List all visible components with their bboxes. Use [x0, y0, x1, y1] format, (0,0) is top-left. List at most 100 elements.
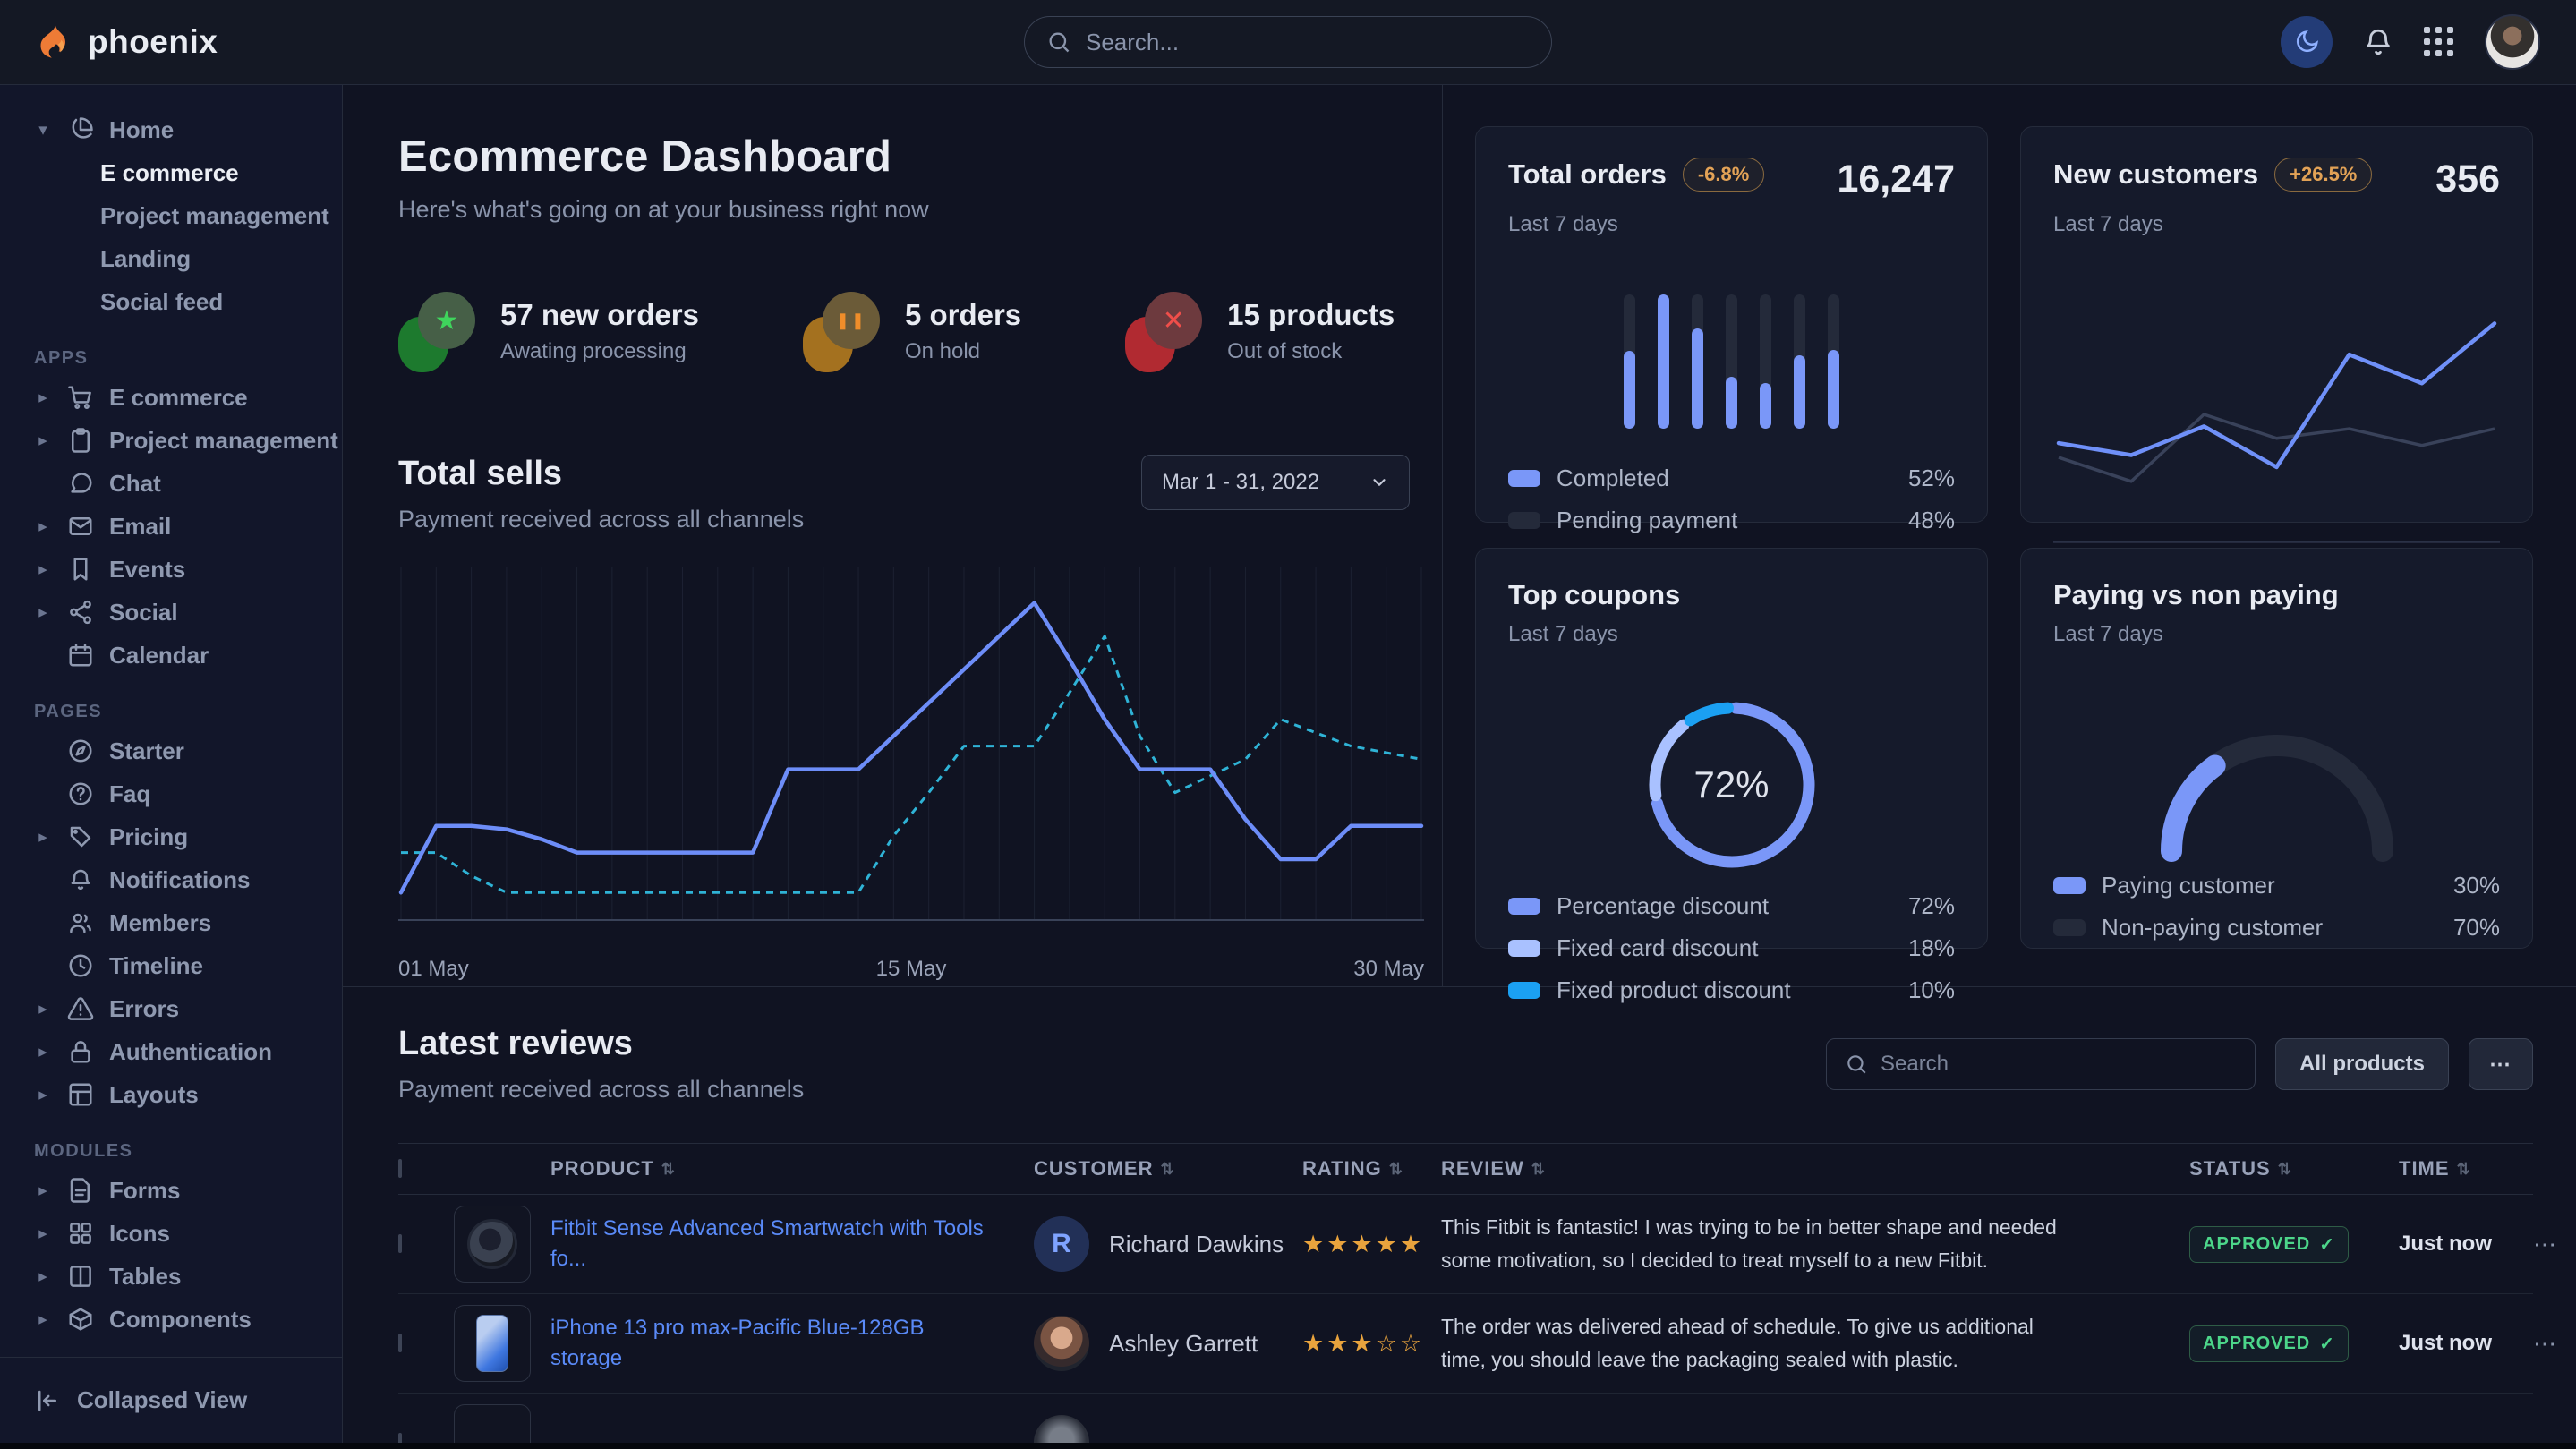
brand-logo[interactable]: phoenix — [36, 22, 218, 62]
collapse-sidebar-button[interactable]: Collapsed View — [0, 1357, 342, 1443]
sidebar-item-chat[interactable]: Chat — [0, 462, 342, 505]
user-avatar[interactable] — [2485, 14, 2540, 70]
legend-value: 18% — [1908, 934, 1955, 962]
status-badge: APPROVED✓ — [2189, 1226, 2349, 1263]
sidebar-item-label: Events — [109, 556, 185, 584]
reviews-search[interactable] — [1826, 1038, 2256, 1090]
column-header-rating[interactable]: RATING⇅ — [1302, 1157, 1441, 1181]
reviews-more-button[interactable]: ⋯ — [2469, 1038, 2533, 1090]
sidebar-item-social-feed[interactable]: Social feed — [0, 280, 342, 323]
sidebar-item-components[interactable]: ▸ Components — [0, 1298, 342, 1341]
page-title: Ecommerce Dashboard — [398, 132, 1442, 182]
row-checkbox[interactable] — [398, 1433, 402, 1443]
card-value: 16,247 — [1837, 158, 1955, 201]
paying-gauge-chart — [2129, 706, 2425, 872]
row-menu-button[interactable]: ⋯ — [2533, 1231, 2569, 1258]
bookmark-icon — [66, 555, 95, 584]
calendar-icon — [66, 641, 95, 669]
all-products-button[interactable]: All products — [2275, 1038, 2449, 1090]
legend-fixed-card-discount: Fixed card discount 18% — [1508, 934, 1955, 962]
sidebar-item-events[interactable]: ▸ Events — [0, 548, 342, 591]
clock-icon — [66, 951, 95, 980]
customer-cell[interactable]: Ashley Garrett — [1034, 1316, 1302, 1371]
sidebar-item-authentication[interactable]: ▸ Authentication — [0, 1030, 342, 1073]
sidebar-item-tables[interactable]: ▸ Tables — [0, 1255, 342, 1298]
sidebar-item-starter[interactable]: Starter — [0, 729, 342, 772]
sort-icon: ⇅ — [2457, 1160, 2471, 1179]
users-icon — [66, 908, 95, 937]
sidebar-item-errors[interactable]: ▸ Errors — [0, 987, 342, 1030]
sidebar-item-notifications[interactable]: Notifications — [0, 858, 342, 901]
customer-avatar — [1034, 1316, 1089, 1371]
legend-label: Paying customer — [2102, 872, 2275, 899]
x-tick: 30 May — [1353, 957, 1424, 982]
dashboard-cards: Total orders -6.8% 16,247 Last 7 days Co… — [1442, 85, 2576, 986]
product-link[interactable]: Fitbit Sense Advanced Smartwatch with To… — [550, 1214, 1034, 1274]
notifications-button[interactable] — [2363, 27, 2393, 57]
chat-icon — [66, 469, 95, 498]
x-icon: ✕ — [1125, 290, 1204, 372]
pie-chart-icon — [66, 115, 95, 144]
legend-swatch — [1508, 470, 1540, 487]
customer-name: Richard Dawkins — [1109, 1231, 1284, 1258]
column-header-time[interactable]: TIME⇅ — [2354, 1157, 2533, 1181]
file-text-icon — [66, 1176, 95, 1205]
sidebar-item-e-commerce-home[interactable]: E commerce — [0, 151, 342, 194]
column-header-review[interactable]: REVIEW⇅ — [1441, 1157, 2139, 1181]
row-menu-button[interactable]: ⋯ — [2533, 1330, 2569, 1358]
sidebar-item-label: Project management — [109, 427, 338, 455]
mail-icon — [66, 512, 95, 541]
global-search[interactable] — [1024, 16, 1552, 68]
date-range-select[interactable]: Mar 1 - 31, 2022 — [1141, 455, 1410, 510]
compass-icon — [66, 737, 95, 765]
row-checkbox[interactable] — [398, 1234, 402, 1253]
bar — [1794, 294, 1805, 429]
sidebar-item-pricing[interactable]: ▸ Pricing — [0, 815, 342, 858]
sidebar-item-members[interactable]: Members — [0, 901, 342, 944]
search-icon — [1845, 1053, 1868, 1076]
sidebar-item-layouts[interactable]: ▸ Layouts — [0, 1073, 342, 1116]
reviews-search-input[interactable] — [1881, 1052, 2237, 1077]
paying-vs-nonpaying-card: Paying vs non paying Last 7 days Paying … — [2020, 548, 2533, 949]
search-input[interactable] — [1086, 29, 1530, 56]
sidebar-item-landing[interactable]: Landing — [0, 237, 342, 280]
sidebar-item-forms[interactable]: ▸ Forms — [0, 1169, 342, 1212]
tag-icon — [66, 823, 95, 851]
select-all-checkbox[interactable] — [398, 1159, 402, 1178]
legend-value: 10% — [1908, 976, 1955, 1004]
moon-icon — [2293, 29, 2320, 55]
sidebar-item-faq[interactable]: Faq — [0, 772, 342, 815]
sidebar-item-label: Forms — [109, 1177, 180, 1205]
product-link[interactable]: iPhone 13 pro max-Pacific Blue-128GB sto… — [550, 1313, 1034, 1373]
customer-name: Ashley Garrett — [1109, 1330, 1258, 1358]
collapse-icon — [34, 1387, 61, 1414]
column-header-status[interactable]: STATUS⇅ — [2139, 1157, 2354, 1181]
sidebar-item-label: Timeline — [109, 952, 203, 980]
sidebar-item-project-management-app[interactable]: ▸ Project management — [0, 419, 342, 462]
sidebar-item-project-management-home[interactable]: Project management — [0, 194, 342, 237]
page-subtitle: Here's what's going on at your business … — [398, 196, 1442, 224]
customer-cell[interactable]: R Richard Dawkins — [1034, 1216, 1302, 1272]
rating-stars: ★★★☆☆ — [1302, 1330, 1441, 1358]
new-orders-icon: ★ — [398, 290, 477, 372]
review-time: Just now — [2354, 1232, 2533, 1257]
card-value: 356 — [2435, 158, 2500, 201]
reviews-title: Latest reviews — [398, 1025, 804, 1063]
legend-value: 72% — [1908, 892, 1955, 920]
status-badge: APPROVED✓ — [2189, 1325, 2349, 1362]
sidebar-item-social[interactable]: ▸ Social — [0, 591, 342, 634]
legend-swatch — [1508, 512, 1540, 529]
column-header-product[interactable]: PRODUCT⇅ — [550, 1157, 1034, 1181]
row-checkbox[interactable] — [398, 1334, 402, 1352]
sidebar-item-e-commerce-app[interactable]: ▸ E commerce — [0, 376, 342, 419]
card-title: Total orders — [1508, 158, 1667, 191]
sidebar-item-email[interactable]: ▸ Email — [0, 505, 342, 548]
theme-toggle-button[interactable] — [2281, 16, 2333, 68]
column-header-customer[interactable]: CUSTOMER⇅ — [1034, 1157, 1302, 1181]
sidebar-item-timeline[interactable]: Timeline — [0, 944, 342, 987]
apps-grid-button[interactable] — [2424, 27, 2454, 57]
sidebar-item-home[interactable]: ▾ Home — [0, 108, 342, 151]
sort-icon: ⇅ — [1531, 1160, 1546, 1179]
sidebar-item-calendar[interactable]: Calendar — [0, 634, 342, 677]
sidebar-item-icons[interactable]: ▸ Icons — [0, 1212, 342, 1255]
